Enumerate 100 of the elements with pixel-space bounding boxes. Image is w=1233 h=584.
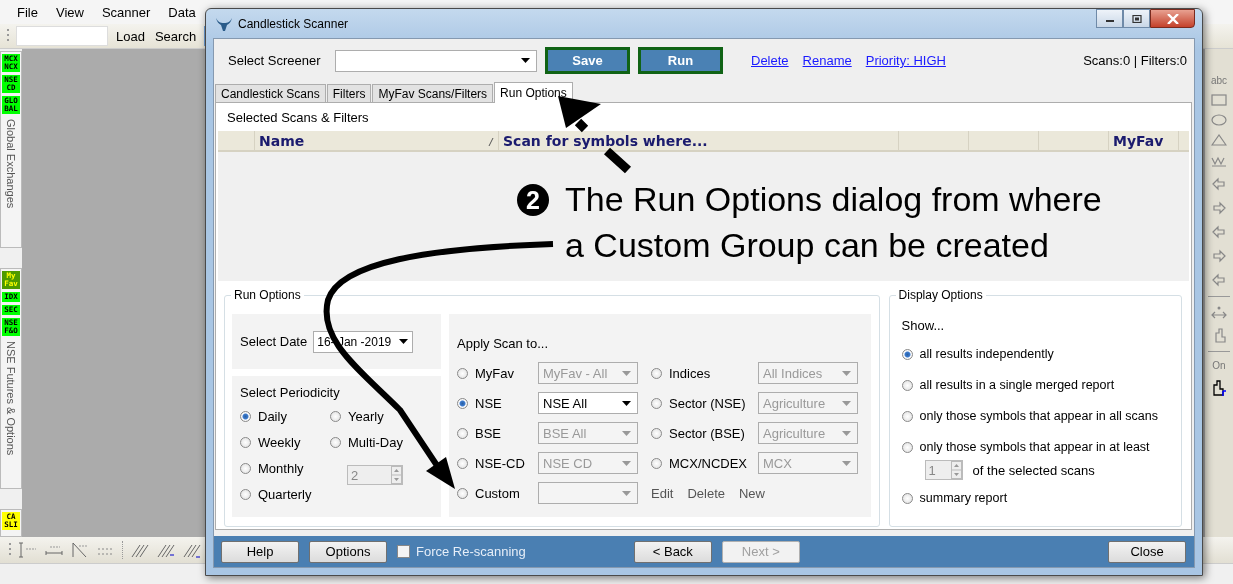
radio-button[interactable]: [901, 441, 913, 453]
maximize-button[interactable]: [1123, 9, 1150, 28]
group-title: Run Options: [231, 288, 304, 302]
toolbar-button[interactable]: Search: [152, 28, 199, 44]
menu-item[interactable]: Data: [159, 4, 205, 20]
column-header[interactable]: MyFav: [1109, 131, 1179, 150]
checkbox-label: Force Re-scanning: [416, 544, 526, 559]
header-label: Scan for symbols where...: [503, 132, 708, 149]
option-label: summary report: [919, 491, 1008, 505]
radio-button[interactable]: [330, 410, 341, 422]
column-header[interactable]: Name: [255, 131, 499, 150]
option-label: MyFav: [475, 365, 514, 381]
toolbar-button[interactable]: Load: [114, 28, 147, 44]
radio-button[interactable]: [457, 397, 468, 409]
arrow-tool-icon[interactable]: [1211, 248, 1227, 264]
action-button[interactable]: Run: [638, 47, 723, 74]
sidebar-title: Global Exchanges: [5, 119, 17, 209]
window-title: Candlestick Scanner: [238, 16, 350, 31]
radio-button[interactable]: [901, 379, 913, 391]
sidebar-title: NSE Futures & Options: [5, 341, 17, 456]
option-label: Indices: [669, 365, 711, 381]
caret-icon: [622, 370, 631, 376]
search-field[interactable]: [16, 26, 108, 46]
menu-item[interactable]: Scanner: [92, 4, 160, 20]
sort-icon: [488, 135, 494, 146]
tab[interactable]: Candlestick Scans: [215, 84, 326, 102]
footer-button[interactable]: < Back: [633, 540, 712, 563]
vertical-measure-icon[interactable]: [18, 541, 38, 559]
section-title: Selected Scans & Filters: [226, 108, 370, 127]
arrow-tool-icon[interactable]: [1211, 272, 1227, 288]
radio-button[interactable]: [240, 410, 251, 422]
angle-measure-icon[interactable]: [70, 541, 90, 559]
scan-count: Scans:0 | Filters:0: [1083, 53, 1187, 68]
radio-button[interactable]: [240, 488, 251, 500]
tab[interactable]: Filters: [326, 84, 372, 102]
caret-icon: [521, 58, 530, 63]
arrow-tool-icon[interactable]: [1211, 176, 1227, 192]
callout-text: The Run Options dialog from where a Custom Group can be created: [565, 179, 1102, 266]
radio-button[interactable]: [901, 348, 913, 360]
checkbox[interactable]: [397, 545, 410, 558]
header-label: MyFav: [1113, 132, 1164, 149]
menu-item[interactable]: File: [8, 4, 47, 20]
dropdown[interactable]: NSE All: [538, 392, 638, 414]
option-label: Quarterly: [258, 486, 312, 502]
link[interactable]: Priority: HIGH: [865, 53, 946, 68]
maximize-icon: [1131, 14, 1142, 23]
ellipse-icon[interactable]: [1211, 114, 1227, 126]
field-label: Select Date: [240, 334, 308, 349]
field-label: Show...: [901, 318, 946, 333]
swap-icon[interactable]: [1211, 305, 1227, 319]
option-label: MCX/NCDEX: [669, 455, 747, 471]
group-title: Display Options: [895, 288, 986, 302]
triangle-icon[interactable]: [1211, 134, 1227, 146]
option-label: NSE-CD: [475, 455, 525, 471]
option-label: Custom: [475, 485, 520, 501]
toggle-button[interactable]: On: [1212, 360, 1226, 371]
caret-icon: [842, 430, 851, 436]
footer-button[interactable]: Close: [1108, 540, 1186, 563]
rectangle-icon[interactable]: [1211, 94, 1227, 106]
caret-icon: [622, 490, 631, 496]
arrow-tool-icon[interactable]: [1211, 200, 1227, 216]
spinner-arrows-icon[interactable]: [391, 466, 402, 484]
radio-button[interactable]: [901, 410, 913, 422]
column-header[interactable]: Scan for symbols where...: [499, 131, 899, 150]
spinner-arrows-icon[interactable]: [950, 461, 962, 479]
caret-icon: [842, 370, 851, 376]
link[interactable]: Delete: [751, 53, 789, 68]
caret-icon: [842, 460, 851, 466]
option-label: of the selected scans: [972, 462, 1095, 478]
radio-button[interactable]: [901, 492, 913, 504]
option-label: only those symbols that appear in all scans: [919, 409, 1158, 423]
radio-button[interactable]: [330, 436, 341, 448]
arrow-tool-icon[interactable]: [1211, 224, 1227, 240]
radio-button[interactable]: [240, 436, 251, 448]
close-button[interactable]: [1150, 9, 1195, 28]
option-label: Daily: [258, 408, 287, 424]
option-label: Yearly: [348, 408, 384, 424]
tab[interactable]: MyFav Scans/Filters: [372, 84, 494, 102]
option-label: Weekly: [258, 434, 301, 450]
tab[interactable]: Run Options: [494, 82, 573, 103]
option-label: Sector (BSE): [669, 425, 745, 441]
minimize-button[interactable]: [1096, 9, 1123, 28]
text-tool[interactable]: abc: [1210, 75, 1228, 86]
option-label: Sector (NSE): [669, 395, 746, 411]
radio-button[interactable]: [240, 462, 251, 474]
dropdown[interactable]: [335, 49, 537, 72]
link[interactable]: Rename: [802, 53, 852, 68]
option-label: all results independently: [919, 347, 1054, 361]
caret-icon: [622, 430, 631, 436]
field-label: Select Screener: [228, 53, 322, 68]
field-label: Apply Scan to...: [457, 336, 550, 351]
footer-button[interactable]: Options: [309, 540, 387, 563]
header-label: Name: [259, 132, 305, 149]
caret-icon: [622, 400, 631, 406]
option-label: only those symbols that appear in at least: [919, 440, 1150, 454]
menu-item[interactable]: View: [46, 4, 93, 20]
action-button[interactable]: Save: [545, 47, 630, 74]
footer-button[interactable]: Help: [221, 540, 299, 563]
option-label: Monthly: [258, 460, 304, 476]
cursor-r-icon[interactable]: [1210, 379, 1228, 397]
